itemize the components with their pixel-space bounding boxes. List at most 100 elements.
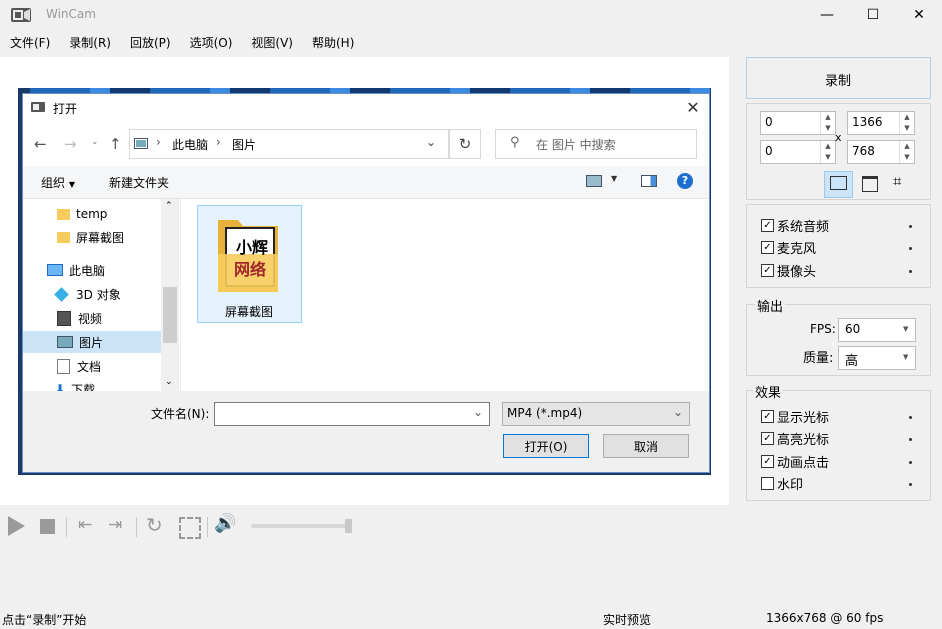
filename-dropdown-icon[interactable]: ⌄ [473,405,483,419]
spinner-arrows-icon[interactable]: ▲ ▼ [899,141,914,163]
search-icon: ⚲ [510,135,520,150]
menu-help[interactable]: 帮助(H) [302,33,363,53]
tree-item-videos[interactable]: 视频 [57,307,102,329]
dialog-footer: 文件名(N): ⌄ MP4 (*.mp4) ⌄ 打开(O) 取消 [23,391,709,472]
breadcrumb-pictures[interactable]: 图片 [232,136,256,153]
window-mode-icon[interactable] [862,176,878,192]
address-bar[interactable]: › 此电脑 › 图片 ⌄ [129,129,449,159]
breadcrumb-separator-icon: › [216,135,221,149]
menu-options[interactable]: 选项(O) [180,33,242,53]
view-mode-icon[interactable] [586,175,602,187]
height-input[interactable]: 768 ▲ ▼ [847,140,915,164]
highlight-cursor-checkbox[interactable]: ✓ [761,432,774,445]
cancel-button[interactable]: 取消 [603,434,689,458]
status-mode: 实时预览 [603,613,652,627]
folder-icon [57,208,70,220]
breadcrumb-this-pc[interactable]: 此电脑 [172,136,208,153]
open-button[interactable]: 打开(O) [503,434,589,458]
scroll-down-icon[interactable]: ⌄ [165,377,173,387]
separator [66,517,67,537]
tree-item-3d-objects[interactable]: 3D 对象 [54,283,121,305]
webcam-checkbox[interactable]: ✓ [761,264,774,277]
separator [207,517,208,537]
settings-dot-icon[interactable] [909,483,912,486]
back-icon[interactable]: ← [34,135,47,153]
tree-item-screenshots[interactable]: 屏幕截图 [57,226,124,248]
spinner-arrows-icon[interactable]: ▲ ▼ [820,112,835,134]
volume-slider[interactable] [251,524,351,528]
crop-icon[interactable]: ⌗ [893,172,901,190]
system-audio-checkbox[interactable]: ✓ [761,219,774,232]
settings-dot-icon[interactable] [909,247,912,250]
forward-icon[interactable]: → [64,135,77,153]
open-file-dialog: 打开 ✕ ← → ⌄ ↑ › 此电脑 › 图片 ⌄ ↻ ⚲ 在 图片 中搜索 组… [22,93,710,473]
close-button[interactable]: ✕ [896,0,942,30]
stop-icon[interactable] [40,519,55,534]
navigation-pane: temp 屏幕截图 此电脑 3D 对象 视频 图片 文档 ⬇ 下载 [23,199,180,397]
file-item-screenshots[interactable]: 小辉 网络 屏幕截图 [197,205,302,323]
x-input[interactable]: 0 ▲ ▼ [760,111,836,135]
tree-item-documents[interactable]: 文档 [57,355,101,377]
loop-icon[interactable]: ↻ [146,513,163,537]
microphone-checkbox[interactable]: ✓ [761,241,774,254]
output-panel: 输出 FPS: 60 ▼ 质量: 高 ▼ [746,296,931,376]
separator [136,517,137,537]
record-button[interactable]: 录制 [746,57,931,99]
file-item-label: 屏幕截图 [225,305,274,319]
volume-icon[interactable]: 🔊 [214,513,236,534]
refresh-button[interactable]: ↻ [449,129,481,159]
microphone-label: 麦克风 [777,242,817,257]
settings-dot-icon[interactable] [909,225,912,228]
chevron-down-icon: ▼ [903,353,909,361]
skip-end-icon[interactable]: ⇥ [108,515,122,535]
view-dropdown-icon[interactable]: ▼ [611,174,617,183]
quality-select[interactable]: 高 ▼ [838,346,916,370]
address-dropdown-icon[interactable]: ⌄ [426,135,436,149]
preview-pane-icon[interactable] [641,175,657,187]
minimize-button[interactable]: — [804,0,850,30]
settings-dot-icon[interactable] [909,461,912,464]
menu-view[interactable]: 视图(V) [241,33,302,53]
watermark-checkbox[interactable] [761,477,774,490]
settings-dot-icon[interactable] [909,416,912,419]
output-title: 输出 [755,296,786,315]
skip-start-icon[interactable]: ⇤ [78,515,92,535]
folder-icon [57,231,70,243]
y-input[interactable]: 0 ▲ ▼ [760,140,836,164]
play-icon[interactable] [8,516,25,536]
tree-item-pictures[interactable]: 图片 [23,331,161,353]
width-input[interactable]: 1366 ▲ ▼ [847,111,915,135]
volume-slider-thumb[interactable] [345,519,352,533]
webcam-label: 摄像头 [777,265,817,280]
show-cursor-checkbox[interactable]: ✓ [761,410,774,423]
tree-item-this-pc[interactable]: 此电脑 [47,259,105,281]
quality-label: 质量: [803,351,834,366]
menu-record[interactable]: 录制(R) [59,33,120,53]
settings-dot-icon[interactable] [909,438,912,441]
menu-playback[interactable]: 回放(P) [120,33,180,53]
chevron-down-icon: ⌄ [673,405,684,419]
fullscreen-icon[interactable] [179,517,201,539]
dialog-close-icon[interactable]: ✕ [683,98,703,117]
up-icon[interactable]: ↑ [109,135,122,153]
animate-clicks-checkbox[interactable]: ✓ [761,455,774,468]
maximize-button[interactable]: ☐ [850,0,896,30]
spinner-arrows-icon[interactable]: ▲ ▼ [899,112,914,134]
scroll-up-icon[interactable]: ⌃ [165,201,173,211]
filetype-select[interactable]: MP4 (*.mp4) ⌄ [502,402,690,426]
scrollbar-thumb[interactable] [163,287,177,343]
recent-chevron-icon[interactable]: ⌄ [91,137,99,147]
dialog-title: 打开 [53,102,78,116]
search-box[interactable]: ⚲ 在 图片 中搜索 [495,129,697,159]
spinner-arrows-icon[interactable]: ▲ ▼ [820,141,835,163]
tree-item-temp[interactable]: temp [57,203,107,225]
organize-button[interactable]: 组织 ▼ [41,174,75,191]
tree-scrollbar[interactable]: ⌃ ⌄ [161,199,179,391]
settings-dot-icon[interactable] [909,270,912,273]
fps-select[interactable]: 60 ▼ [838,318,916,342]
help-icon[interactable]: ? [677,173,693,189]
filename-input[interactable]: ⌄ [214,402,490,426]
fullscreen-mode-button[interactable] [824,171,853,198]
new-folder-button[interactable]: 新建文件夹 [109,174,169,191]
menu-file[interactable]: 文件(F) [0,33,59,53]
